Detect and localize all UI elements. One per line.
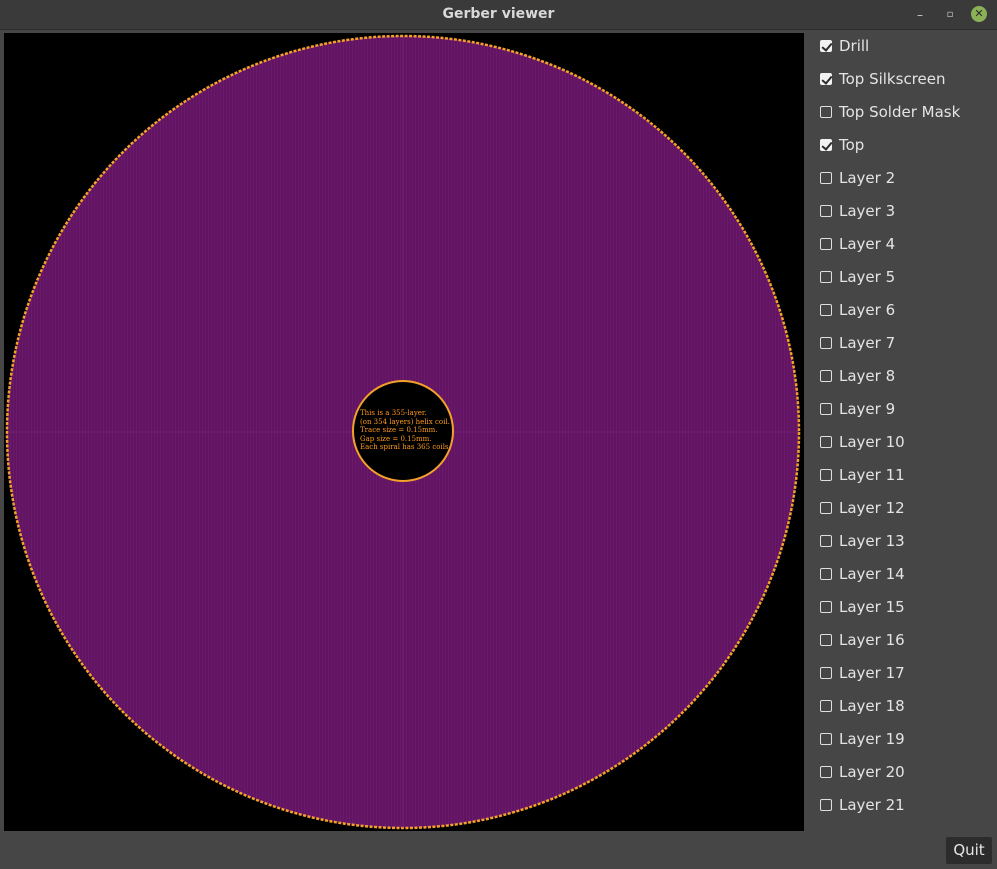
layer-checkbox[interactable] — [820, 436, 832, 448]
layer-label: Layer 15 — [839, 598, 905, 616]
layer-checkbox[interactable] — [820, 304, 832, 316]
layer-toggle-layer-19[interactable]: Layer 19 — [820, 728, 905, 750]
layer-checkbox[interactable] — [820, 700, 832, 712]
layer-toggle-layer-18[interactable]: Layer 18 — [820, 695, 905, 717]
layer-checkbox[interactable] — [820, 535, 832, 547]
layer-label: Layer 2 — [839, 169, 896, 187]
layer-label: Layer 16 — [839, 631, 905, 649]
layer-toggle-layer-8[interactable]: Layer 8 — [820, 365, 895, 387]
layer-label: Layer 19 — [839, 730, 905, 748]
layer-toggle-layer-20[interactable]: Layer 20 — [820, 761, 905, 783]
layer-toggle-layer-9[interactable]: Layer 9 — [820, 398, 895, 420]
quit-button[interactable]: Quit — [946, 837, 992, 864]
layer-label: Top — [839, 136, 865, 154]
layer-checkbox[interactable] — [820, 469, 832, 481]
layer-checkbox[interactable] — [820, 601, 832, 613]
layer-toggle-layer-12[interactable]: Layer 12 — [820, 497, 905, 519]
silkscreen-line: Trace size = 0.15mm. — [360, 426, 438, 434]
silkscreen-text: This is a 355-layer. (on 354 layers) hel… — [360, 409, 460, 452]
layer-checkbox[interactable] — [820, 337, 832, 349]
silkscreen-line: (on 354 layers) helix coil. — [360, 417, 450, 426]
layer-checkbox[interactable] — [820, 403, 832, 415]
layer-toggle-layer-14[interactable]: Layer 14 — [820, 563, 905, 585]
layer-toggle-layer-15[interactable]: Layer 15 — [820, 596, 905, 618]
layer-toggle-layer-5[interactable]: Layer 5 — [820, 266, 895, 288]
layer-checkbox[interactable] — [820, 106, 832, 118]
minimize-icon[interactable]: – — [911, 6, 929, 24]
gerber-canvas[interactable]: This is a 355-layer. (on 354 layers) hel… — [4, 33, 804, 831]
layer-checkbox[interactable] — [820, 73, 832, 85]
maximize-icon[interactable]: ▫ — [941, 6, 959, 24]
layer-label: Layer 21 — [839, 796, 905, 814]
layer-toggle-layer-7[interactable]: Layer 7 — [820, 332, 895, 354]
layer-label: Top Silkscreen — [839, 70, 946, 88]
layer-toggle-layer-4[interactable]: Layer 4 — [820, 233, 895, 255]
layer-label: Layer 20 — [839, 763, 905, 781]
close-icon[interactable]: ✕ — [971, 6, 987, 22]
layer-toggle-layer-3[interactable]: Layer 3 — [820, 200, 895, 222]
layer-label: Top Solder Mask — [839, 103, 961, 121]
layer-toggle-layer-10[interactable]: Layer 10 — [820, 431, 905, 453]
layer-toggle-partial[interactable] — [820, 827, 839, 831]
layer-label: Layer 10 — [839, 433, 905, 451]
layer-toggle-top-silkscreen[interactable]: Top Silkscreen — [820, 68, 946, 90]
silkscreen-line: Gap size = 0.15mm. — [360, 434, 432, 443]
layer-label: Layer 3 — [839, 202, 896, 220]
layer-toggle-layer-11[interactable]: Layer 11 — [820, 464, 905, 486]
layer-toggle-layer-16[interactable]: Layer 16 — [820, 629, 905, 651]
layer-checkbox[interactable] — [820, 733, 832, 745]
layer-checkbox[interactable] — [820, 667, 832, 679]
layer-toggle-layer-2[interactable]: Layer 2 — [820, 167, 895, 189]
layer-label: Drill — [839, 37, 870, 55]
layer-checkbox[interactable] — [820, 271, 832, 283]
layer-checkbox[interactable] — [820, 172, 832, 184]
layer-label: Layer 12 — [839, 499, 905, 517]
layer-checkbox[interactable] — [820, 799, 832, 811]
layer-checkbox[interactable] — [820, 634, 832, 646]
layer-toggle-layer-17[interactable]: Layer 17 — [820, 662, 905, 684]
layer-toggle-top-solder-mask[interactable]: Top Solder Mask — [820, 101, 960, 123]
layer-label: Layer 17 — [839, 664, 905, 682]
title-bar: Gerber viewer – ▫ ✕ — [0, 0, 997, 30]
layer-label: Layer 13 — [839, 532, 905, 550]
layer-label: Layer 7 — [839, 334, 896, 352]
layer-toggle-layer-13[interactable]: Layer 13 — [820, 530, 905, 552]
layer-checkbox[interactable] — [820, 502, 832, 514]
layer-checkbox[interactable] — [820, 766, 832, 778]
layer-checkbox[interactable] — [820, 139, 832, 151]
layer-label: Layer 6 — [839, 301, 896, 319]
layer-toggle-top[interactable]: Top — [820, 134, 864, 156]
silkscreen-line: Each spiral has 365 coils. — [360, 443, 451, 451]
silkscreen-line: This is a 355-layer. — [360, 409, 427, 417]
layer-checkbox[interactable] — [820, 205, 832, 217]
layer-checkbox[interactable] — [820, 370, 832, 382]
layer-label: Layer 18 — [839, 697, 905, 715]
window-title: Gerber viewer — [442, 6, 555, 22]
layer-label: Layer 14 — [839, 565, 905, 583]
layer-toggle-layer-21[interactable]: Layer 21 — [820, 794, 905, 816]
layer-label: Layer 9 — [839, 400, 896, 418]
layer-checkbox[interactable] — [820, 238, 832, 250]
layer-label: Layer 5 — [839, 268, 896, 286]
layer-label: Layer 8 — [839, 367, 896, 385]
layer-label: Layer 11 — [839, 466, 905, 484]
layer-toggle-drill[interactable]: Drill — [820, 35, 869, 57]
layer-label: Layer 4 — [839, 235, 896, 253]
layer-toggle-layer-6[interactable]: Layer 6 — [820, 299, 895, 321]
layer-checkbox[interactable] — [820, 568, 832, 580]
layer-panel: Drill Top Silkscreen Top Solder Mask Top… — [810, 33, 997, 831]
layer-checkbox[interactable] — [820, 40, 832, 52]
